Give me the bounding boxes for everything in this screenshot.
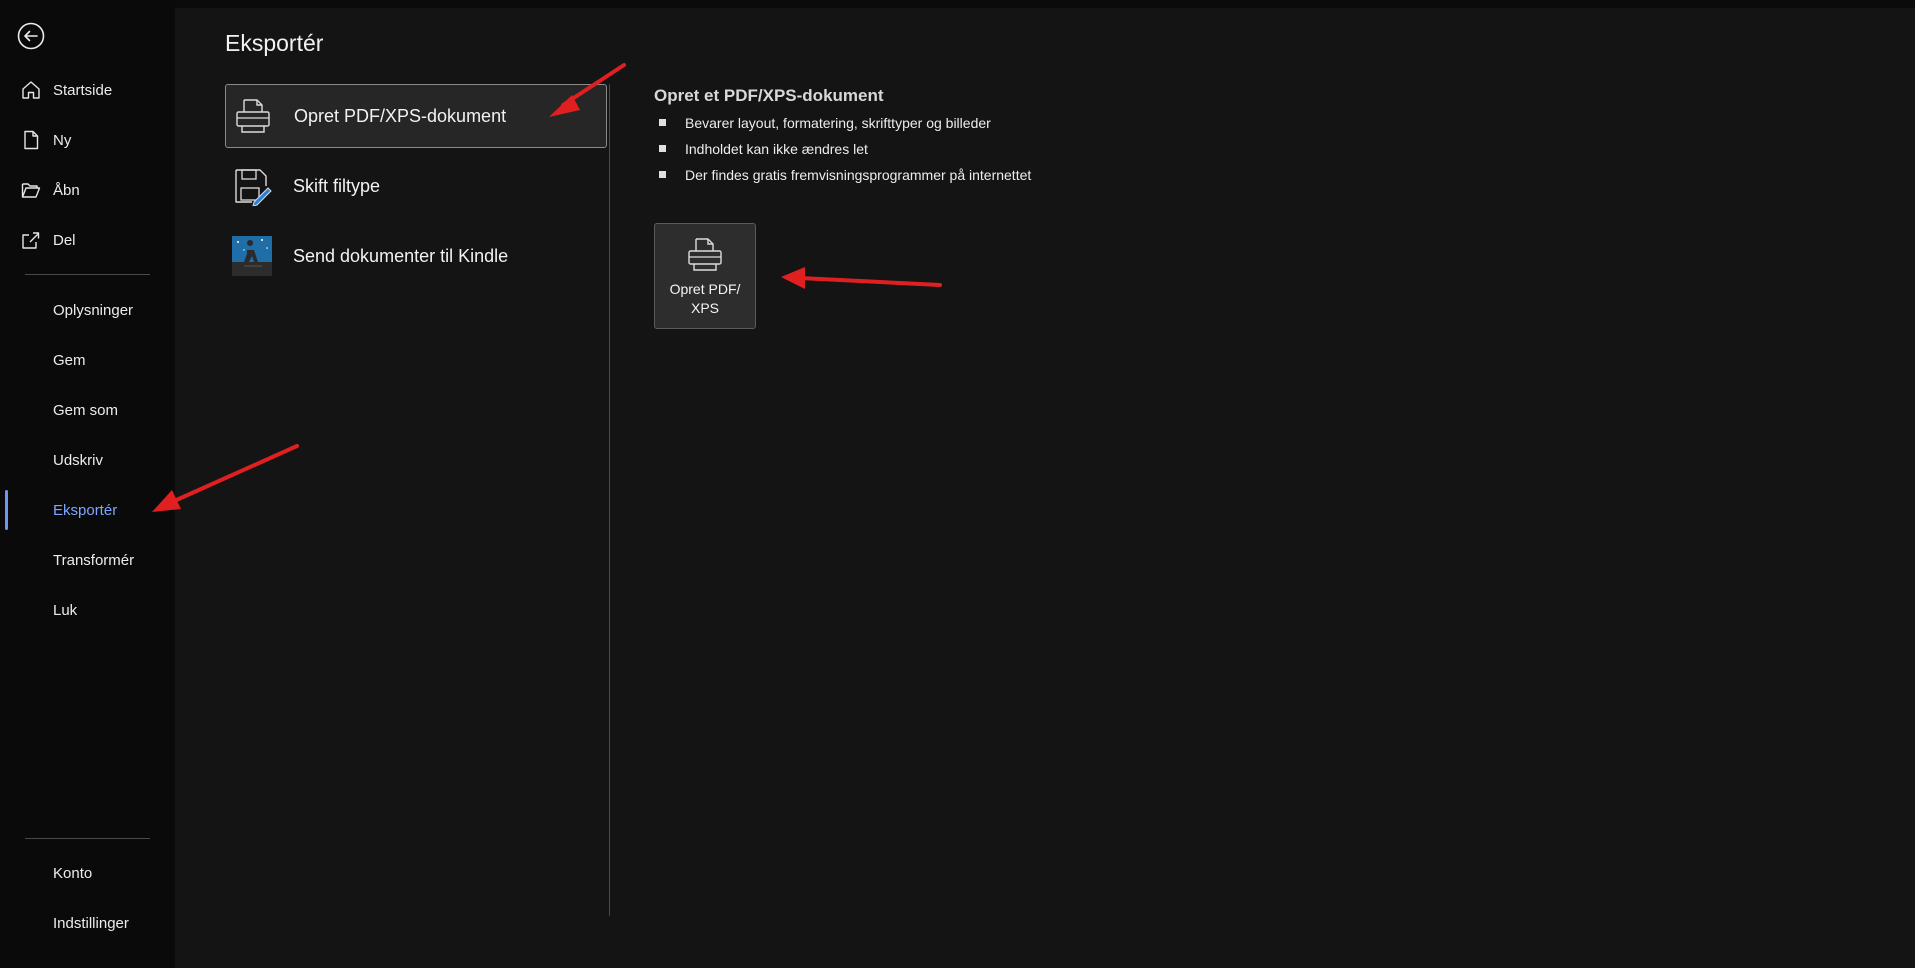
sidebar-item-transformer[interactable]: Transformér <box>0 540 175 580</box>
create-pdf-xps-button[interactable]: Opret PDF/ XPS <box>654 223 756 329</box>
sidebar-item-ny[interactable]: Ny <box>0 120 175 160</box>
sidebar-item-eksporter[interactable]: Eksportér <box>0 490 175 530</box>
change-file-type-icon <box>231 165 273 207</box>
option-label: Skift filtype <box>293 175 381 196</box>
pdf-printer-icon <box>685 236 725 274</box>
bullet-item: Indholdet kan ikke ændres let <box>659 139 1031 165</box>
bullet-square-icon <box>659 145 666 152</box>
sidebar-item-label: Transformér <box>53 551 135 569</box>
bullet-item: Bevarer layout, formatering, skrifttyper… <box>659 113 1031 139</box>
home-icon <box>19 78 43 102</box>
sidebar-item-luk[interactable]: Luk <box>0 590 175 630</box>
sidebar-item-label: Ny <box>53 131 72 149</box>
page-title: Eksportér <box>225 30 324 56</box>
back-button[interactable] <box>16 21 46 51</box>
sidebar-item-label: Del <box>53 231 76 249</box>
bullet-square-icon <box>659 171 666 178</box>
bullet-square-icon <box>659 119 666 126</box>
bullet-text: Bevarer layout, formatering, skrifttyper… <box>685 115 991 131</box>
active-indicator <box>5 490 8 530</box>
option-create-pdf-xps[interactable]: Opret PDF/XPS-dokument <box>225 84 607 148</box>
sidebar-item-konto[interactable]: Konto <box>0 853 175 893</box>
create-pdf-xps-button-label: Opret PDF/ XPS <box>669 281 741 316</box>
sidebar-item-label: Åbn <box>53 181 80 199</box>
option-send-to-kindle[interactable]: Send dokumenter til Kindle <box>225 224 607 288</box>
bullet-item: Der findes gratis fremvisningsprogrammer… <box>659 165 1031 191</box>
back-arrow-icon <box>17 22 45 50</box>
sidebar-item-gem-som[interactable]: Gem som <box>0 390 175 430</box>
sidebar-item-abn[interactable]: Åbn <box>0 170 175 210</box>
backstage-sidebar: Startside Ny Åbn Del Oplysninger Gem Gem… <box>0 0 175 968</box>
sidebar-item-gem[interactable]: Gem <box>0 340 175 380</box>
detail-bullet-list: Bevarer layout, formatering, skrifttyper… <box>659 113 1031 191</box>
sidebar-item-label: Gem <box>53 351 86 369</box>
bullet-text: Der findes gratis fremvisningsprogrammer… <box>685 167 1032 183</box>
sidebar-item-udskriv[interactable]: Udskriv <box>0 440 175 480</box>
sidebar-item-label: Konto <box>53 864 93 882</box>
sidebar-item-del[interactable]: Del <box>0 220 175 260</box>
sidebar-item-oplysninger[interactable]: Oplysninger <box>0 290 175 330</box>
bullet-text: Indholdet kan ikke ændres let <box>685 141 868 157</box>
sidebar-item-label: Udskriv <box>53 451 104 469</box>
sidebar-item-label: Gem som <box>53 401 119 419</box>
kindle-icon <box>231 235 273 277</box>
sidebar-divider <box>25 838 150 839</box>
sidebar-item-indstillinger[interactable]: Indstillinger <box>0 903 175 943</box>
panel-separator <box>609 84 610 916</box>
option-change-file-type[interactable]: Skift filtype <box>225 154 607 218</box>
sidebar-item-label: Indstillinger <box>53 914 129 932</box>
share-icon <box>19 228 43 252</box>
sidebar-item-label: Oplysninger <box>53 301 134 319</box>
top-strip <box>175 0 1915 8</box>
option-label: Opret PDF/XPS-dokument <box>294 105 507 126</box>
sidebar-divider <box>25 274 150 275</box>
option-label: Send dokumenter til Kindle <box>293 245 509 266</box>
sidebar-item-label: Luk <box>53 601 78 619</box>
sidebar-item-label: Eksportér <box>53 501 118 519</box>
sidebar-item-startside[interactable]: Startside <box>0 70 175 110</box>
detail-title: Opret et PDF/XPS-dokument <box>654 86 884 105</box>
pdf-printer-icon <box>232 95 274 137</box>
new-document-icon <box>19 128 43 152</box>
folder-open-icon <box>19 178 43 202</box>
sidebar-item-label: Startside <box>53 81 113 99</box>
annotation-arrow <box>781 267 942 289</box>
